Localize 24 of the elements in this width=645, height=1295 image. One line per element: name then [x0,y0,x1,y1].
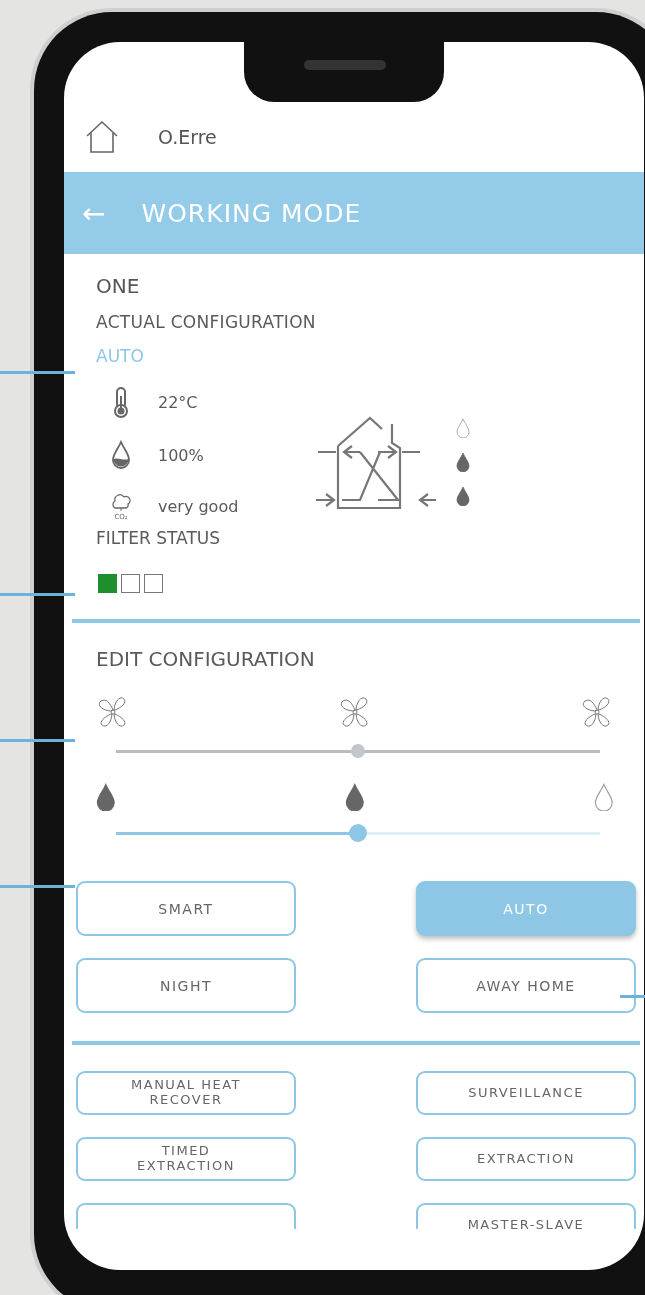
section-heading: ACTUAL CONFIGURATION [96,312,317,332]
function-button[interactable]: MASTER-SLAVE [416,1203,636,1229]
water-drop-icon [110,440,132,470]
reading-value: very good [158,496,239,516]
function-button[interactable]: SURVEILLANCE [416,1071,636,1115]
reading-value: 100% [158,445,204,465]
function-button[interactable]: EXTRACTION [416,1137,636,1181]
current-mode: AUTO [96,346,145,366]
app-title: O.Erre [158,126,217,148]
reading-value: 22°C [158,392,198,412]
leader-line [620,995,645,998]
filter-status-label: FILTER STATUS [96,528,222,548]
function-button[interactable] [76,1203,296,1229]
mode-button[interactable]: AWAY HOME [416,958,636,1013]
slider-thumb[interactable] [351,744,365,758]
home-icon[interactable] [84,120,120,154]
function-button[interactable]: TIMED EXTRACTION [76,1137,296,1181]
mode-button[interactable]: SMART [76,881,296,936]
device-name: ONE [96,274,141,298]
function-button[interactable]: MANUAL HEAT RECOVER [76,1071,296,1115]
slider-thumb[interactable] [349,824,367,842]
page-title: WORKING MODE [141,198,362,228]
section-heading: EDIT CONFIGURATION [96,647,316,671]
mode-button[interactable]: NIGHT [76,958,296,1013]
